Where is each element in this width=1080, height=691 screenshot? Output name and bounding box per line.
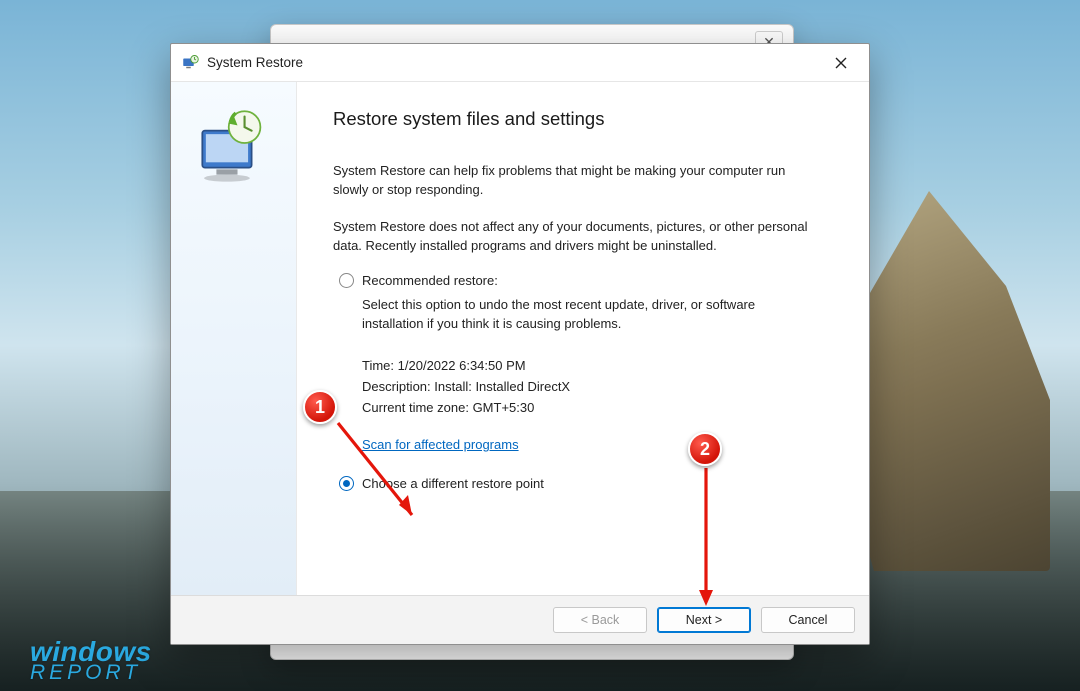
system-restore-dialog: System Restore Restore system files and … (170, 43, 870, 645)
detail-time-label: Time: (362, 358, 394, 373)
close-icon (835, 57, 847, 69)
radio-icon (339, 273, 354, 288)
radio-recommended-restore[interactable]: Recommended restore: (339, 273, 815, 288)
watermark-logo: windows REPORT (30, 639, 152, 683)
intro-paragraph-1: System Restore can help fix problems tha… (333, 162, 815, 200)
annotation-marker-1: 1 (303, 390, 337, 424)
detail-tz-value: GMT+5:30 (473, 400, 535, 415)
cancel-button[interactable]: Cancel (761, 607, 855, 633)
close-button[interactable] (823, 49, 859, 77)
annotation-marker-2: 2 (688, 432, 722, 466)
detail-desc-label: Description: (362, 379, 431, 394)
detail-desc-value: Install: Installed DirectX (434, 379, 570, 394)
intro-paragraph-2: System Restore does not affect any of yo… (333, 218, 815, 256)
titlebar: System Restore (171, 44, 869, 82)
wizard-graphic-icon (190, 106, 278, 194)
annotation-arrow-1 (320, 405, 440, 545)
radio-recommended-label: Recommended restore: (362, 273, 498, 288)
recommended-description: Select this option to undo the most rece… (362, 296, 815, 334)
wizard-footer: < Back Next > Cancel (171, 595, 869, 644)
detail-time-value: 1/20/2022 6:34:50 PM (398, 358, 526, 373)
watermark-line2: REPORT (30, 664, 152, 683)
page-heading: Restore system files and settings (333, 108, 815, 130)
system-restore-icon (181, 54, 199, 72)
annotation-arrow-2 (690, 448, 730, 618)
back-button: < Back (553, 607, 647, 633)
wizard-side-panel (171, 82, 297, 595)
dialog-title: System Restore (207, 55, 303, 70)
